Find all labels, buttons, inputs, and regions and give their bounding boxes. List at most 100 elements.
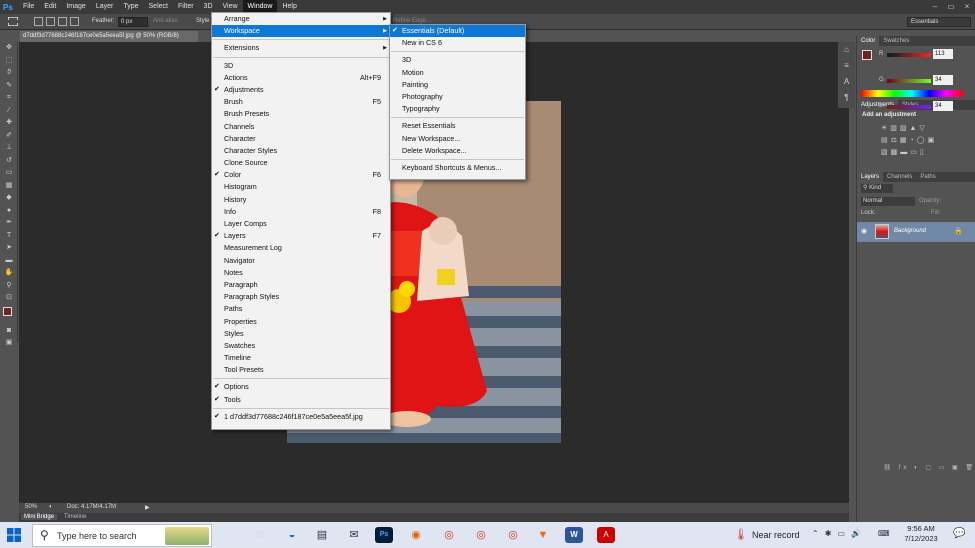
quick-select-icon[interactable]: ✎	[0, 80, 18, 93]
menu-item-delete-workspace[interactable]: Delete Workspace...	[390, 145, 525, 157]
blend-mode-select[interactable]: Normal	[861, 197, 915, 206]
menu-item-tool-presets[interactable]: Tool Presets	[212, 364, 390, 376]
weather-text[interactable]: Near record	[752, 530, 800, 540]
menu-item-arrange[interactable]: Arrange ▶	[212, 13, 390, 25]
menu-item-photography[interactable]: Photography	[390, 91, 525, 103]
menu-file[interactable]: File	[18, 0, 39, 14]
layer-kind-filter[interactable]: ⚲ Kind	[861, 184, 893, 193]
default-colors-icon[interactable]: ⊡	[0, 292, 18, 305]
cortana-icon[interactable]: ○	[220, 527, 238, 543]
menu-item-3d[interactable]: 3D	[390, 54, 525, 66]
screen-mode-icon[interactable]: ▣	[0, 337, 18, 350]
menu-item-workspace[interactable]: Workspace ▶	[212, 25, 390, 38]
dodge-icon[interactable]: ●	[0, 205, 18, 218]
word-icon[interactable]: W	[565, 527, 583, 543]
menu-item-properties[interactable]: Properties	[212, 316, 390, 328]
menu-item-character-styles[interactable]: Character Styles	[212, 145, 390, 157]
menu-item-clone-source[interactable]: Clone Source	[212, 157, 390, 169]
chrome-icon-2[interactable]: ◎	[472, 527, 490, 543]
close-button[interactable]: ×	[959, 0, 975, 14]
marquee-tool-icon[interactable]	[8, 17, 18, 26]
path-select-icon[interactable]: ➤	[0, 242, 18, 255]
menu-item-3d[interactable]: 3D	[212, 60, 390, 72]
adjustment-icons-grid[interactable]: ☀▥▨▲▽ ▤⚖▦◔◯▣ ▧▩▬▭▯	[881, 123, 971, 159]
layer-visibility-eye-icon[interactable]: ◉	[861, 227, 867, 235]
menu-item-actions[interactable]: Actions Alt+F9	[212, 72, 390, 84]
marquee-icon[interactable]: ⬚	[0, 55, 18, 68]
green-slider[interactable]: G 34	[857, 75, 975, 88]
menu-item-layer-comps[interactable]: Layer Comps	[212, 218, 390, 230]
intersect-selection-icon[interactable]	[70, 17, 79, 26]
taskbar-search[interactable]: ⚲ Type here to search	[32, 524, 212, 547]
menu-select[interactable]: Select	[144, 0, 173, 14]
menu-filter[interactable]: Filter	[173, 0, 199, 14]
red-value-input[interactable]: 113	[933, 49, 953, 59]
workspace-select[interactable]: Essentials	[907, 17, 971, 27]
menu-item-typography[interactable]: Typography	[390, 103, 525, 115]
menu-item-color[interactable]: ✔ Color F6	[212, 169, 390, 181]
red-slider[interactable]: R 113	[857, 49, 975, 62]
history-panel-icon[interactable]: ⌂	[838, 42, 855, 58]
menu-item-essentials-default[interactable]: ✔ Essentials (Default)	[390, 25, 525, 38]
taskbar-clock[interactable]: 9:56 AM 7/12/2023	[898, 524, 944, 544]
blur-icon[interactable]: ◆	[0, 192, 18, 205]
menu-item-new-workspace[interactable]: New Workspace...	[390, 133, 525, 145]
paragraph-panel-icon[interactable]: ¶	[838, 90, 855, 106]
menu-item-tools[interactable]: ✔ Tools	[212, 394, 390, 406]
menu-item-paragraph[interactable]: Paragraph	[212, 279, 390, 291]
character-panel-icon[interactable]: A	[838, 74, 855, 90]
photoshop-taskbar-icon[interactable]: Ps	[375, 527, 393, 543]
keyboard-icon[interactable]: ⌨	[878, 529, 890, 538]
document-tab[interactable]: d7ddf3d77688c246f187ce0e5a5eea5f.jpg @ 5…	[20, 31, 198, 42]
menu-item-extensions[interactable]: Extensions ▶	[212, 42, 390, 54]
menu-item-navigator[interactable]: Navigator	[212, 255, 390, 267]
menu-type[interactable]: Type	[118, 0, 143, 14]
type-icon[interactable]: T	[0, 230, 18, 243]
menu-item-histogram[interactable]: Histogram	[212, 181, 390, 193]
eraser-icon[interactable]: ▭	[0, 167, 18, 180]
menu-edit[interactable]: Edit	[39, 0, 61, 14]
menu-item-channels[interactable]: Channels	[212, 121, 390, 133]
clone-stamp-icon[interactable]: ⊥	[0, 142, 18, 155]
layers-footer-icons[interactable]: ⛓ fx ◐ ▢ ▭ ▣ 🗑	[857, 464, 975, 472]
menu-item-styles[interactable]: Styles	[212, 328, 390, 340]
zoom-icon[interactable]: ⚲	[0, 280, 18, 293]
tab-swatches[interactable]: Swatches	[879, 36, 913, 46]
chrome-icon-3[interactable]: ◎	[504, 527, 522, 543]
tab-channels[interactable]: Channels	[883, 172, 916, 182]
menu-item-timeline[interactable]: Timeline	[212, 352, 390, 364]
green-bar[interactable]	[887, 79, 931, 83]
menu-item-history[interactable]: History	[212, 194, 390, 206]
menu-item-swatches[interactable]: Swatches	[212, 340, 390, 352]
gradient-icon[interactable]: ▦	[0, 180, 18, 193]
menu-item-adjustments[interactable]: ✔ Adjustments	[212, 84, 390, 96]
hand-icon[interactable]: ✋	[0, 267, 18, 280]
add-selection-icon[interactable]	[46, 17, 55, 26]
new-selection-icon[interactable]	[34, 17, 43, 26]
store-icon[interactable]: ▤	[313, 527, 331, 543]
menu-item-painting[interactable]: Painting	[390, 79, 525, 91]
lasso-icon[interactable]: ϑ	[0, 67, 18, 80]
menu-item-paragraph-styles[interactable]: Paragraph Styles	[212, 291, 390, 303]
acrobat-icon[interactable]: A	[597, 527, 615, 543]
firefox-icon[interactable]: ◉	[407, 527, 425, 543]
menu-item-character[interactable]: Character	[212, 133, 390, 145]
vlc-icon[interactable]: ▼	[534, 527, 552, 543]
layer-row-background[interactable]: ◉ Background 🔒	[857, 222, 975, 242]
tab-color[interactable]: Color	[857, 36, 880, 46]
layer-name[interactable]: Background	[894, 228, 926, 234]
mail-icon[interactable]: ✉	[345, 527, 363, 543]
task-view-icon[interactable]: ⧉	[250, 527, 268, 543]
chrome-icon-1[interactable]: ◎	[440, 527, 458, 543]
shape-icon[interactable]: ▬	[0, 255, 18, 268]
tab-layers[interactable]: Layers	[857, 172, 884, 182]
zoom-level[interactable]: 50%	[25, 504, 37, 510]
pen-icon[interactable]: ✒	[0, 217, 18, 230]
minimize-button[interactable]: –	[927, 0, 943, 14]
status-menu-arrow-icon[interactable]: ▶	[145, 504, 150, 511]
menu-item-info[interactable]: Info F8	[212, 206, 390, 218]
menu-item-1-d7ddf3d77688c246f187ce0e5a5eea5f-jpg[interactable]: ✔ 1 d7ddf3d77688c246f187ce0e5a5eea5f.jpg	[212, 411, 390, 423]
foreground-color-swatch[interactable]	[3, 306, 12, 316]
anti-alias-checkbox[interactable]: Anti-alias	[153, 18, 178, 24]
healing-icon[interactable]: ✚	[0, 117, 18, 130]
